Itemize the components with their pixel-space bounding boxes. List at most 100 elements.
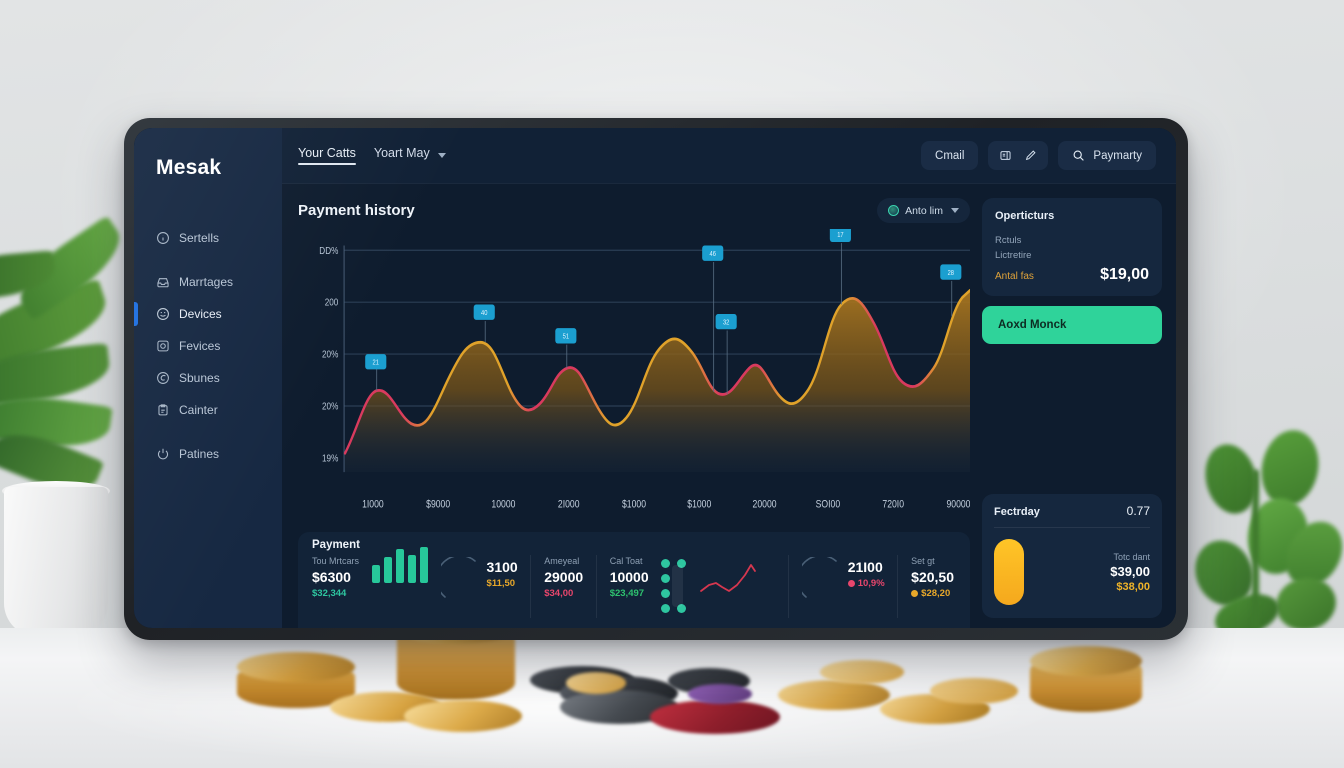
stat-item[interactable]: 3100 $11,50 [487,541,518,589]
stat-delta: $32,344 [312,588,347,599]
tablet-screen: Mesak Sertells Marrtages Devices Fevices… [134,128,1176,628]
stat-item[interactable]: Cal Toat 10000 $23,497 [610,541,649,599]
x-tick-6: 20000 [753,499,777,511]
stat-label: Tou Mrtcars [312,556,360,566]
chart-marker[interactable]: 21 [365,354,387,391]
x-tick-3: 2I000 [558,499,580,511]
stat-delta: $11,50 [486,578,516,589]
chart-marker[interactable]: 51 [555,328,577,369]
stat-label: Ameyeal [544,556,580,566]
sidebar-item-sbunes[interactable]: Sbunes [134,362,282,394]
tab-your-catts[interactable]: Your Catts [298,146,356,165]
total-label: Totc dant [1113,551,1150,562]
gauge-arc-icon [440,557,476,598]
tab-yoart-may[interactable]: Yoart May [374,146,430,165]
divider [595,555,597,618]
stat-delta: $23,497 [609,588,645,599]
sidebar-item-label: Devices [179,307,222,321]
x-tick-5: $1000 [687,499,711,511]
face-square-icon [156,339,170,353]
fectrday-number: 0.77 [1126,504,1150,518]
stat-item[interactable]: 21I00 10,9% [847,541,885,589]
stat-item[interactable]: Ameyeal 29000 $34,00 [544,541,583,599]
divider [787,555,789,618]
marker-label: 32 [723,319,730,327]
stat-value: 29000 [544,569,584,585]
x-tick-9: 90000 [946,499,970,511]
card-icon[interactable] [999,149,1012,162]
sidebar-item-fevices[interactable]: Fevices [134,330,282,362]
stat-value: 3100 [486,559,518,575]
tablet-device: Mesak Sertells Marrtages Devices Fevices… [124,118,1188,640]
marker-label: 40 [481,310,488,318]
stat-label: Cal Toat [609,556,643,566]
clipboard-icon [156,403,170,417]
chevron-down-icon [951,208,959,213]
add-monck-button[interactable]: Aoxd Monck [982,306,1162,345]
sidebar-item-devices[interactable]: Devices [134,298,282,330]
search-icon [1072,149,1085,162]
x-tick-7: SOI00 [816,499,840,511]
stat-value: 21I00 [847,559,883,575]
info-circle-icon [156,231,170,245]
circle-swirl-icon [156,371,170,385]
y-tick-0: DD% [319,245,338,256]
section-header: Payment history Anto lim [298,198,970,223]
chart-svg: DD% 200 20% 20% 19% 21 40 51 46 32 17 28… [319,229,970,511]
divider [530,555,532,618]
chevron-down-icon[interactable] [437,153,446,158]
status-dot-icon [888,205,900,216]
pencil-icon[interactable] [1024,149,1037,162]
chart-column: Payment history Anto lim DD% 200 20% 20%… [298,198,970,628]
mini-bar-chart [371,541,428,583]
fectrday-header: Fectrday 0.77 [994,504,1150,528]
sidebar-item-label: Sertells [179,231,220,245]
right-panel: Operticturs Rctuls Lictretire Antal fas … [982,198,1162,628]
x-tick-0: 1I000 [362,499,384,511]
mail-button-label: Cmail [935,149,965,162]
auto-limit-dropdown[interactable]: Anto lim [877,198,970,223]
sidebar-item-label: Marrtages [179,275,234,289]
content-area: Payment history Anto lim DD% 200 20% 20%… [282,184,1176,628]
y-tick-3: 20% [322,401,338,412]
search-button-label: Paymarty [1093,149,1142,162]
stat-item[interactable]: Set gt $20,50 $28,20 [911,541,958,599]
chart-marker[interactable]: 40 [473,304,495,343]
sparkline-chart [700,564,757,592]
sidebar-item-marrtages[interactable]: Marrtages [134,266,282,298]
search-button[interactable]: Paymarty [1058,141,1156,170]
sidebar-item-cainter[interactable]: Cainter [134,394,282,426]
fectrday-card: Fectrday 0.77 Totc dant $39,00 $38,00 [982,494,1162,618]
sidebar-item-label: Fevices [179,339,221,353]
stat-value: $6300 [312,569,351,585]
dot-matrix-icon [661,541,687,613]
marker-label: 46 [710,251,717,259]
stats-strip: Payment Tou Mrtcars $6300 $32,344 3100 $… [298,532,970,628]
yellow-pill-indicator [994,539,1024,605]
stat-delta-text: 10,9% [857,578,885,589]
total-secondary: $38,00 [1116,580,1150,593]
chart-marker[interactable]: 17 [829,229,851,305]
icon-button-group [988,141,1049,170]
stat-delta: $28,20 [911,588,954,599]
inbox-icon [156,275,170,289]
sidebar-item-label: Patines [179,447,220,461]
auto-limit-label: Anto lim [905,204,943,217]
card-line-1: Rctuls [995,235,1022,246]
sidebar-item-sertells[interactable]: Sertells [134,222,282,254]
x-tick-8: 720I0 [882,499,904,511]
sidebar: Mesak Sertells Marrtages Devices Fevices… [134,128,282,628]
marker-label: 28 [948,270,955,278]
top-bar: Your Catts Yoart May Cmail Paymarty [282,128,1176,184]
operticturs-card: Operticturs Rctuls Lictretire Antal fas … [982,198,1162,297]
payment-history-chart[interactable]: DD% 200 20% 20% 19% 21 40 51 46 32 17 28… [298,229,970,524]
mail-button[interactable]: Cmail [921,141,979,170]
x-tick-4: $1000 [622,499,646,511]
status-dot-icon [911,590,919,597]
sidebar-item-label: Cainter [179,403,218,417]
page-title: Payment history [298,202,415,219]
y-tick-1: 200 [325,297,339,308]
sidebar-item-patines[interactable]: Patines [134,438,282,470]
y-tick-2: 20% [322,349,338,360]
x-tick-2: 10000 [491,499,515,511]
